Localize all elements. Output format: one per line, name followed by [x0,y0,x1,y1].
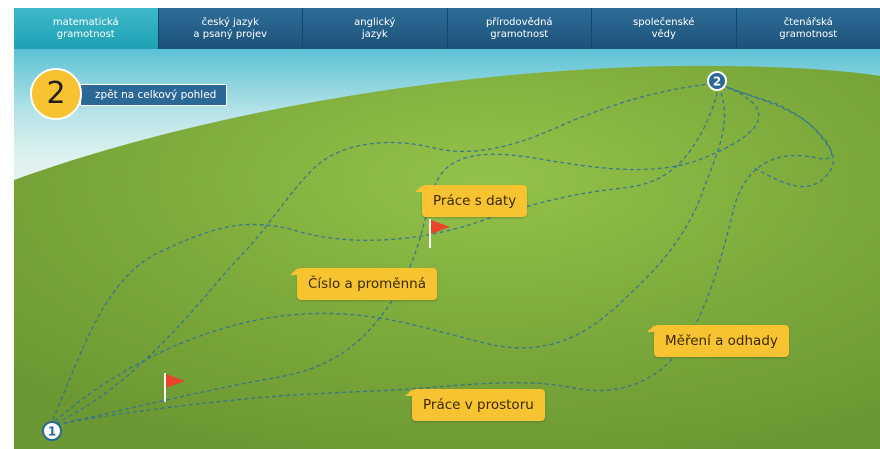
end-marker-label: 2 [713,75,721,89]
end-marker[interactable]: 2 [707,71,727,91]
level-badge: 2 [30,68,82,120]
topic-data-work[interactable]: Práce s daty [414,185,528,217]
app-window: matematická gramotnost český jazyk a psa… [0,0,880,449]
topic-space-work[interactable]: Práce v prostoru [405,389,545,421]
topic-label: Číslo a proměnná [308,276,426,292]
topic-label: Měření a odhady [665,333,778,349]
start-marker[interactable]: 1 [42,421,62,441]
learning-map-stage: matematická gramotnost český jazyk a psa… [14,8,880,449]
back-to-overview-button[interactable]: zpět na celkový pohled [80,84,228,106]
topic-measurement-estimation[interactable]: Měření a odhady [647,325,789,357]
topic-label: Práce s daty [433,193,517,209]
start-marker-label: 1 [48,425,56,439]
topic-number-variable[interactable]: Číslo a proměnná [290,268,437,300]
topic-label: Práce v prostoru [423,397,534,413]
learning-path-map: 1 2 [14,65,880,449]
